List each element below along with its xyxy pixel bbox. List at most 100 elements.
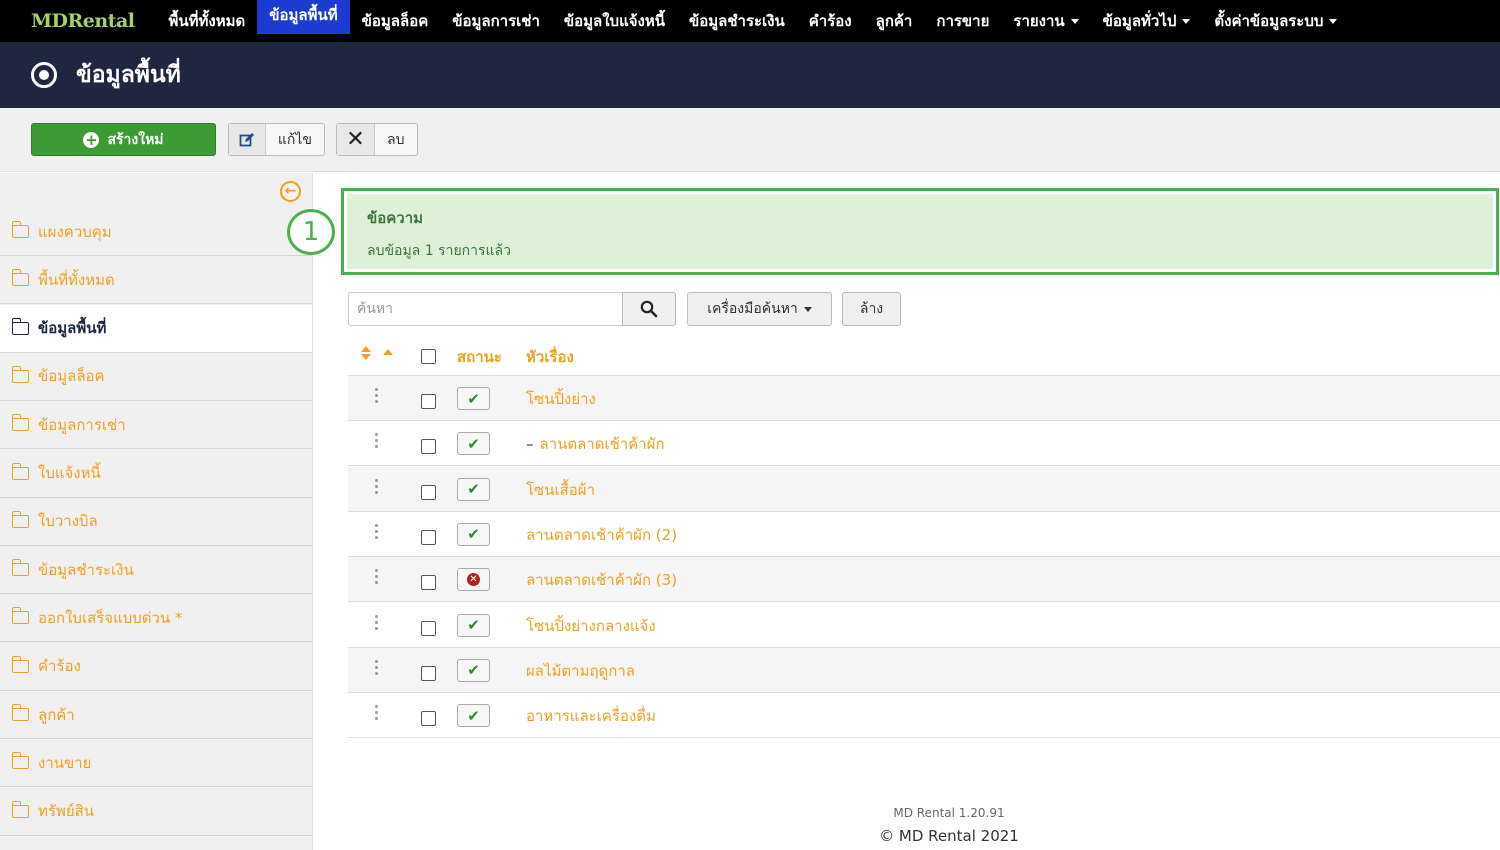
nav-item-label: ข้อมูลการเช่า [452, 12, 540, 30]
sidebar-item[interactable]: ใบแจ้งหนี้ [0, 450, 312, 498]
nav-item[interactable]: ตั้งค่าข้อมูลระบบ [1202, 0, 1349, 42]
sort-ascending-icon[interactable] [383, 349, 393, 355]
status-toggle[interactable]: ✔ [457, 477, 490, 501]
nav-item[interactable]: รายงาน [1001, 0, 1090, 42]
row-title-text: โซนปิ้งย่างกลางแจ้ง [526, 616, 656, 635]
sidebar-item-label: ข้อมูลพื้นที่ [38, 319, 107, 338]
sidebar-item-label: แผงควบคุม [38, 222, 112, 241]
table-row: ✔ อาหารและเครื่องดื่ม [348, 693, 1500, 739]
clear-button-label: ล้าง [859, 301, 884, 317]
sidebar-item[interactable]: แผงควบคุม [0, 208, 312, 256]
new-button[interactable]: + สร้างใหม่ [31, 123, 216, 156]
collapse-sidebar-icon[interactable]: ← [280, 181, 301, 202]
table-row: ✔ ลานตลาดเช้าค้าผัก (2) [348, 512, 1500, 557]
brand-logo[interactable]: MDRental [0, 10, 157, 32]
sidebar-item[interactable]: ข้อมูลชำระเงิน [0, 546, 312, 595]
status-toggle[interactable]: ✔ [457, 613, 490, 637]
status-toggle[interactable]: ✔ [457, 432, 490, 456]
sidebar-item[interactable]: ข้อมูลพื้นที่ [0, 304, 312, 353]
row-checkbox[interactable] [421, 711, 436, 727]
row-checkbox[interactable] [421, 620, 436, 636]
folder-icon [11, 414, 29, 432]
edit-button[interactable]: แก้ไข [228, 123, 325, 156]
check-icon: ✔ [467, 525, 480, 544]
message-text: ลบข้อมูล 1 รายการแล้ว [367, 243, 511, 259]
sidebar-item-label: งานขาย [38, 753, 92, 772]
row-title-link[interactable]: โซนปิ้งย่างกลางแจ้ง [526, 614, 656, 638]
row-title-text: ลานตลาดเช้าค้าผัก (2) [526, 525, 678, 544]
select-all-checkbox[interactable] [421, 349, 436, 364]
sidebar-item[interactable]: ออกใบเสร็จแบบด่วน * [0, 594, 312, 643]
row-checkbox[interactable] [421, 529, 436, 545]
nav-item[interactable]: ข้อมูลล็อค [350, 0, 441, 42]
sidebar-item[interactable]: คำร้อง [0, 643, 312, 691]
sidebar-item[interactable]: ใบวางบิล [0, 498, 312, 546]
row-title-link[interactable]: โซนเสื้อผ้า [526, 478, 595, 502]
drag-handle-icon[interactable] [375, 388, 379, 404]
row-checkbox[interactable] [421, 394, 436, 409]
row-checkbox[interactable] [421, 484, 436, 500]
search-tools-button[interactable]: เครื่องมือค้นหา [687, 292, 832, 326]
row-title-text: อาหารและเครื่องดื่ม [526, 707, 656, 726]
table-header: สถานะ หัวเรื่อง [348, 336, 1500, 376]
row-checkbox[interactable] [421, 575, 436, 591]
footer-version: MD Rental 1.20.91 [893, 806, 1005, 820]
drag-handle-icon[interactable] [375, 614, 379, 631]
drag-handle-icon[interactable] [375, 659, 379, 676]
status-toggle[interactable]: ✔ [457, 704, 490, 728]
status-toggle[interactable]: ✔ [457, 658, 490, 682]
table-row: ✔ โซนปิ้งย่างกลางแจ้ง [348, 603, 1500, 648]
table-row: ✔ โซนปิ้งย่าง [348, 376, 1500, 421]
row-title-link[interactable]: ลานตลาดเช้าค้าผัก (3) [526, 568, 677, 592]
sidebar-item[interactable]: งานขาย [0, 739, 312, 788]
search-input[interactable] [348, 292, 623, 326]
nav-item[interactable]: ข้อมูลการเช่า [440, 0, 552, 42]
drag-handle-icon[interactable] [375, 478, 379, 495]
folder-icon [11, 510, 29, 528]
row-title-text: โซนเสื้อผ้า [526, 480, 595, 499]
nav-item[interactable]: ลูกค้า [864, 0, 925, 42]
sidebar-item[interactable]: ข้อมูลล็อค [0, 353, 312, 401]
plus-circle-icon: + [83, 130, 100, 149]
status-toggle[interactable]: ✕ [457, 568, 490, 592]
nav-item-label: ข้อมูลใบแจ้งหนี้ [563, 12, 665, 30]
nav-item[interactable]: คำร้อง [797, 0, 864, 42]
delete-button[interactable]: ✕ ลบ [336, 123, 418, 156]
status-toggle[interactable]: ✔ [457, 387, 490, 410]
row-title-link[interactable]: ผลไม้ตามฤดูกาล [526, 659, 635, 683]
nav-item[interactable]: การขาย [924, 0, 1001, 42]
nav-item[interactable]: ข้อมูลทั่วไป [1091, 0, 1203, 42]
drag-handle-icon[interactable] [375, 569, 379, 585]
row-checkbox[interactable] [421, 665, 436, 681]
row-checkbox[interactable] [421, 439, 436, 455]
table-row: ✔ ผลไม้ตามฤดูกาล [348, 647, 1500, 693]
clear-button[interactable]: ล้าง [842, 292, 901, 326]
column-header-status[interactable]: สถานะ [457, 345, 502, 369]
status-toggle[interactable]: ✔ [457, 522, 490, 546]
drag-handle-icon[interactable] [375, 705, 379, 721]
row-title-link[interactable]: ลานตลาดเช้าค้าผัก (2) [526, 523, 677, 547]
nav-item[interactable]: พื้นที่ทั้งหมด [157, 0, 258, 42]
top-navbar: MDRental พื้นที่ทั้งหมด ข้อมูลพื้นที่ ข้อม… [0, 0, 1500, 42]
folder-icon [11, 221, 29, 238]
row-title-link[interactable]: – ลานตลาดเช้าค้าผัก [526, 432, 665, 456]
sidebar-item[interactable]: ลูกค้า [0, 691, 312, 739]
sidebar-item-label: ข้อมูลชำระเงิน [38, 560, 134, 579]
column-header-title[interactable]: หัวเรื่อง [526, 345, 574, 369]
nav-menu: พื้นที่ทั้งหมด ข้อมูลพื้นที่ ข้อมูลล็อค ข้อ… [157, 0, 1350, 42]
nav-item[interactable]: ข้อมูลใบแจ้งหนี้ [552, 0, 677, 42]
sidebar-item[interactable]: พื้นที่ทั้งหมด [0, 256, 312, 305]
nav-item[interactable]: ข้อมูลชำระเงิน [677, 0, 797, 42]
sidebar-item[interactable]: ข้อมูลการเช่า [0, 401, 312, 450]
drag-handle-icon[interactable] [375, 523, 379, 540]
search-button[interactable] [622, 292, 676, 326]
target-icon [31, 62, 57, 88]
row-title-link[interactable]: อาหารและเครื่องดื่ม [526, 704, 656, 728]
drag-handle-icon[interactable] [375, 433, 379, 449]
sort-icon[interactable] [361, 346, 371, 362]
page-header: ข้อมูลพื้นที่ [0, 42, 1500, 108]
check-icon: ✔ [467, 389, 480, 408]
sidebar-item-label: ลูกค้า [38, 705, 75, 724]
nav-item[interactable]: ข้อมูลพื้นที่ [257, 0, 350, 34]
row-title-link[interactable]: โซนปิ้งย่าง [526, 387, 596, 411]
